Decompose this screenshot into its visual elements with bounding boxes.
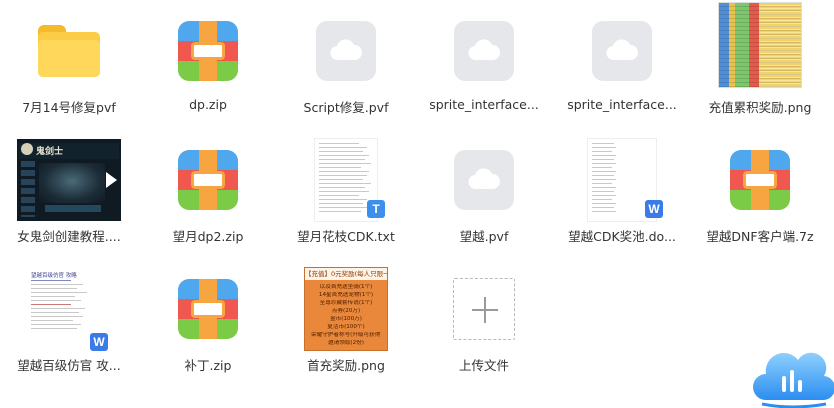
- file-name: 望越百级仿官 攻...: [17, 358, 121, 373]
- file-tile[interactable]: W 望越CDK奖池.do...: [557, 137, 687, 262]
- file-name: sprite_interface...: [429, 97, 539, 112]
- file-tile[interactable]: sprite_interface...: [419, 8, 549, 133]
- file-name: 补丁.zip: [184, 358, 232, 373]
- poster-line: 14星首充送宠物(1个): [318, 292, 374, 298]
- file-name: 首充奖励.png: [307, 358, 385, 373]
- thumbnail-title: 望越百级仿官 攻略: [31, 273, 77, 279]
- file-name: 望越.pvf: [459, 229, 509, 244]
- poster-image-thumbnail: 【充值】0元奖励(每人只限一次) 以及首充送坐骑(1个) 14星首充送宠物(1个…: [293, 266, 399, 352]
- file-tile[interactable]: 【充值】0元奖励(每人只限一次) 以及首充送坐骑(1个) 14星首充送宠物(1个…: [281, 266, 411, 391]
- file-tile[interactable]: 鬼剑士 女鬼剑创建教程....: [4, 137, 134, 262]
- upload-tile[interactable]: 上传文件: [419, 266, 549, 391]
- cloud-file-icon: [569, 8, 675, 94]
- poster-line: 以及首充送坐骑(1个): [319, 284, 373, 290]
- file-name: 女鬼剑创建教程....: [17, 229, 121, 244]
- file-tile[interactable]: 充值累积奖励.png: [695, 2, 825, 133]
- file-name: 望月花枝CDK.txt: [297, 229, 395, 244]
- file-tile[interactable]: T 望月花枝CDK.txt: [281, 137, 411, 262]
- poster-heading: 【充值】0元奖励(每人只限一次): [305, 268, 387, 280]
- file-name: 望越CDK奖池.do...: [568, 229, 676, 244]
- file-tile[interactable]: 7月14号修复pvf: [4, 8, 134, 133]
- file-tile[interactable]: Script修复.pvf: [281, 8, 411, 133]
- cloud-mascot-icon[interactable]: [752, 340, 834, 408]
- file-tile[interactable]: dp.zip: [143, 8, 273, 133]
- zip-archive-icon: [155, 8, 261, 94]
- file-tile[interactable]: 望越百级仿官 攻略 W 望越百级仿官 攻...: [4, 266, 134, 391]
- file-grid: 7月14号修复pvf dp.zip Script修复.pvf sprite_in…: [0, 0, 834, 408]
- poster-line: 金币(100万): [330, 316, 362, 322]
- text-document-thumbnail: T: [293, 137, 399, 223]
- file-tile[interactable]: 望越.pvf: [419, 137, 549, 262]
- folder-icon: [16, 8, 122, 94]
- file-name: dp.zip: [189, 97, 227, 112]
- cloud-file-icon: [431, 8, 537, 94]
- file-tile[interactable]: sprite_interface...: [557, 8, 687, 133]
- file-tile[interactable]: 望月dp2.zip: [143, 137, 273, 262]
- video-thumbnail: 鬼剑士: [16, 137, 122, 223]
- word-document-thumbnail: W: [569, 137, 675, 223]
- spreadsheet-image-thumbnail: [707, 2, 813, 88]
- zip-archive-icon: [707, 137, 813, 223]
- file-name: Script修复.pvf: [303, 100, 389, 115]
- zip-archive-icon: [155, 137, 261, 223]
- file-tile[interactable]: 望越DNF客户端.7z: [695, 137, 825, 262]
- upload-button[interactable]: [431, 266, 537, 352]
- word-document-thumbnail: 望越百级仿官 攻略 W: [16, 266, 122, 352]
- word-file-badge-icon: W: [645, 200, 663, 218]
- play-arrow-icon[interactable]: [106, 172, 117, 188]
- poster-line: 复活币(100个): [327, 324, 365, 330]
- poster-line: 邀请领取(2份): [328, 340, 364, 346]
- file-name: sprite_interface...: [567, 97, 677, 112]
- file-name: 充值累积奖励.png: [708, 100, 812, 115]
- file-name: 7月14号修复pvf: [22, 100, 116, 115]
- poster-line: 荣耀守护者称号(升级可获得): [311, 332, 381, 338]
- zip-archive-icon: [155, 266, 261, 352]
- cloud-file-icon: [293, 8, 399, 94]
- word-file-badge-icon: W: [90, 333, 108, 351]
- text-file-badge-icon: T: [367, 200, 385, 218]
- upload-label: 上传文件: [458, 358, 509, 373]
- poster-line: 点券(20万): [331, 308, 361, 314]
- thumbnail-title: 鬼剑士: [36, 147, 64, 157]
- file-tile[interactable]: 补丁.zip: [143, 266, 273, 391]
- file-name: 望月dp2.zip: [172, 229, 244, 244]
- cloud-file-icon: [431, 137, 537, 223]
- file-name: 望越DNF客户端.7z: [706, 229, 814, 244]
- poster-line: 至尊珍藏套传说(1个): [319, 300, 373, 306]
